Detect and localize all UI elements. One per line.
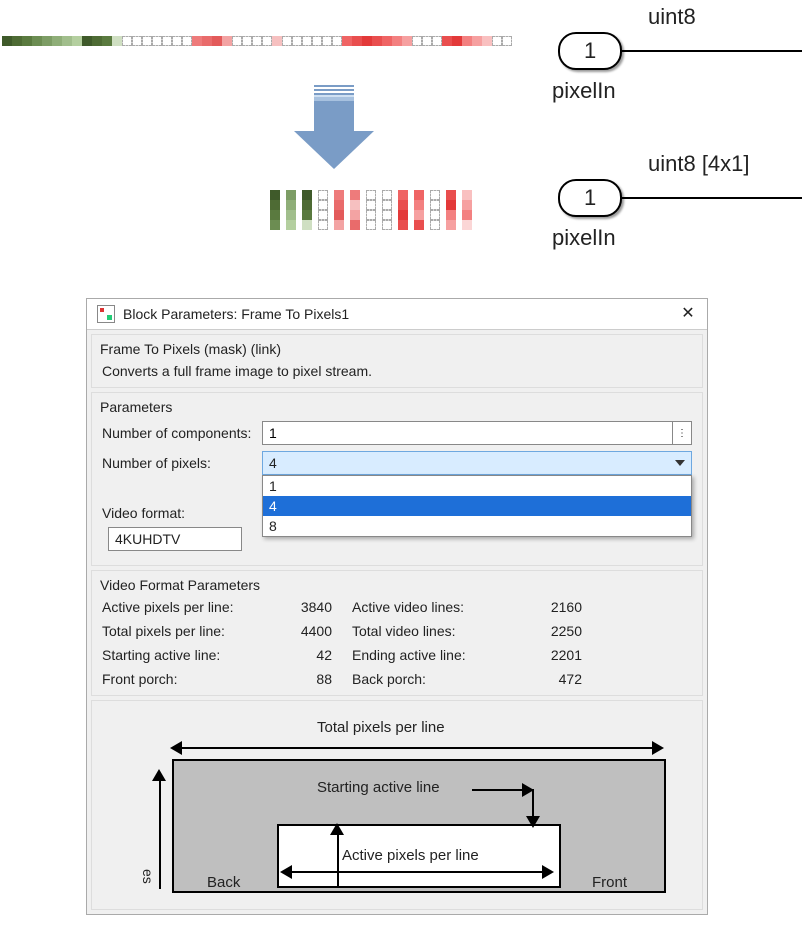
inport-block-lower: 1 uint8 [4x1]: [558, 179, 802, 217]
dropdown-option[interactable]: 1: [263, 476, 691, 496]
num-components-label: Number of components:: [102, 425, 262, 441]
num-pixels-select[interactable]: 4: [262, 451, 692, 475]
vertical-arrow-icon: [337, 827, 339, 887]
num-pixels-label: Number of pixels:: [102, 455, 262, 471]
dialog-title: Block Parameters: Frame To Pixels1: [123, 306, 671, 322]
up-arrowhead-icon: [330, 823, 344, 835]
simulink-icon: [97, 305, 115, 323]
vfp-value: 3840: [272, 599, 352, 615]
vfp-label: Active pixels per line:: [102, 599, 272, 615]
pixel-stream-row: [2, 36, 512, 46]
num-pixels-dropdown: 1 4 8: [262, 475, 692, 537]
mask-description: Converts a full frame image to pixel str…: [102, 363, 692, 379]
signal-wire: [622, 197, 802, 199]
timing-diagram-section: Total pixels per line Starting active li…: [91, 700, 703, 910]
diagram-label: Total pixels per line: [317, 719, 445, 736]
chevron-down-icon: [675, 460, 685, 466]
video-format-parameters-section: Video Format Parameters Active pixels pe…: [91, 570, 703, 696]
signal-wire: [622, 50, 802, 52]
diagram-label: Back: [207, 874, 240, 891]
num-components-input[interactable]: [262, 421, 673, 445]
signal-type-label: uint8: [648, 4, 696, 30]
mask-title: Frame To Pixels (mask) (link): [100, 341, 692, 357]
close-button[interactable]: ✕: [679, 305, 697, 323]
video-format-select[interactable]: 4KUHDTV: [108, 527, 242, 551]
diagram-label: Active pixels per line: [342, 847, 479, 864]
vfp-label: Starting active line:: [102, 647, 272, 663]
diagram-label: Starting active line: [317, 779, 440, 796]
vfp-label: Front porch:: [102, 671, 272, 687]
illustration-area: 1 uint8 pixelIn 1 uint8 [4x1] pixelIn: [0, 0, 802, 260]
port-number: 1: [558, 179, 622, 217]
dropdown-option[interactable]: 4: [263, 496, 691, 516]
expand-button[interactable]: ⋮: [673, 421, 692, 445]
diagram-label: Front: [592, 874, 627, 891]
double-arrow-icon: [172, 747, 662, 749]
vfp-value: 42: [272, 647, 352, 663]
parameters-section: Parameters Number of components: ⋮ Numbe…: [91, 392, 703, 566]
inport-block-upper: 1 uint8: [558, 32, 802, 70]
vertical-axis-line: [159, 774, 161, 889]
vfp-label: Back porch:: [352, 671, 522, 687]
vfp-value: 2250: [522, 623, 602, 639]
pixel-vector-grid: [270, 190, 472, 230]
timing-diagram: Total pixels per line Starting active li…: [102, 719, 692, 899]
num-pixels-value: 4: [269, 455, 277, 471]
dropdown-option[interactable]: 8: [263, 516, 691, 536]
mask-section: Frame To Pixels (mask) (link) Converts a…: [91, 334, 703, 388]
vfp-label: Total pixels per line:: [102, 623, 272, 639]
num-pixels-row: Number of pixels: 4 1 4 8: [102, 451, 692, 475]
dialog-titlebar: Block Parameters: Frame To Pixels1 ✕: [87, 299, 707, 330]
vfp-value: 472: [522, 671, 602, 687]
vfp-value: 88: [272, 671, 352, 687]
parameters-title: Parameters: [100, 399, 692, 415]
video-format-label: Video format:: [102, 505, 217, 521]
signal-type-label: uint8 [4x1]: [648, 151, 750, 177]
port-name-label: pixelIn: [552, 225, 616, 251]
down-arrow-icon: [294, 85, 374, 169]
vfp-label: Active video lines:: [352, 599, 522, 615]
block-parameters-dialog: Block Parameters: Frame To Pixels1 ✕ Fra…: [86, 298, 708, 915]
num-components-row: Number of components: ⋮: [102, 421, 692, 445]
port-number: 1: [558, 32, 622, 70]
vfp-value: 4400: [272, 623, 352, 639]
vfp-label: Total video lines:: [352, 623, 522, 639]
down-arrow-icon: [532, 814, 534, 826]
diagram-axis-label: es: [140, 869, 156, 884]
vfp-label: Ending active line:: [352, 647, 522, 663]
double-arrow-icon: [282, 871, 552, 873]
up-arrowhead-icon: [152, 769, 166, 781]
vfp-title: Video Format Parameters: [100, 577, 692, 593]
vfp-value: 2201: [522, 647, 602, 663]
port-name-label: pixelIn: [552, 78, 616, 104]
right-arrow-icon: [472, 789, 532, 791]
vfp-value: 2160: [522, 599, 602, 615]
